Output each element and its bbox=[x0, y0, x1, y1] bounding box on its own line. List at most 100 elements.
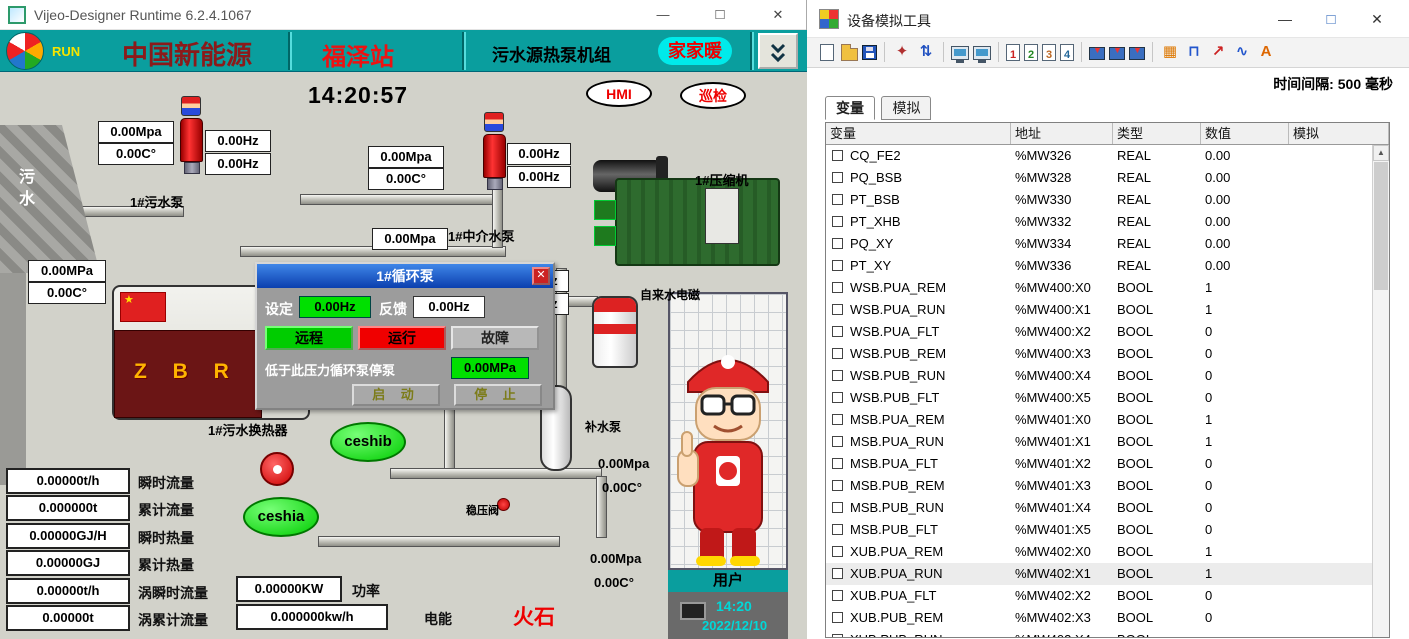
col-type[interactable]: 类型 bbox=[1113, 123, 1201, 144]
set-value-field[interactable]: 0.00Hz bbox=[299, 296, 371, 318]
row-checkbox[interactable] bbox=[832, 634, 843, 637]
test-button-a[interactable]: ceshia bbox=[243, 497, 319, 537]
hmi-button[interactable]: HMI bbox=[586, 80, 652, 107]
start-button[interactable]: 启 动 bbox=[352, 384, 440, 406]
table-row[interactable]: PT_XHB%MW332REAL0.00 bbox=[826, 211, 1372, 233]
table-row[interactable]: CQ_FE2%MW326REAL0.00 bbox=[826, 145, 1372, 167]
wizard-icon[interactable]: ✦ bbox=[892, 42, 912, 62]
tab-simulation[interactable]: 模拟 bbox=[881, 96, 931, 120]
scrollbar[interactable] bbox=[1372, 145, 1389, 637]
table-row[interactable]: WSB.PUB_RUN%MW400:X4BOOL0 bbox=[826, 365, 1372, 387]
text-icon[interactable]: A bbox=[1256, 42, 1276, 62]
row-checkbox[interactable] bbox=[832, 216, 843, 227]
table-row[interactable]: WSB.PUA_REM%MW400:X0BOOL1 bbox=[826, 277, 1372, 299]
row-checkbox[interactable] bbox=[832, 392, 843, 403]
table-row[interactable]: PT_BSB%MW330REAL0.00 bbox=[826, 189, 1372, 211]
close-icon[interactable] bbox=[532, 267, 550, 285]
minimize-icon[interactable] bbox=[1262, 0, 1308, 38]
page-3-icon[interactable]: 3 bbox=[1042, 44, 1056, 61]
table-row[interactable]: PT_XY%MW336REAL0.00 bbox=[826, 255, 1372, 277]
tab-variables[interactable]: 变量 bbox=[825, 96, 875, 120]
remote-button[interactable]: 远程 bbox=[265, 326, 353, 350]
step-wave-icon[interactable]: ⊓ bbox=[1184, 42, 1204, 62]
new-file-icon[interactable] bbox=[820, 44, 834, 61]
variable-value: 0.00 bbox=[1201, 145, 1289, 167]
variable-value: 0 bbox=[1201, 343, 1289, 365]
col-simulate[interactable]: 模拟 bbox=[1289, 123, 1389, 144]
row-checkbox[interactable] bbox=[832, 590, 843, 601]
row-checkbox[interactable] bbox=[832, 194, 843, 205]
page-4-icon[interactable]: 4 bbox=[1060, 44, 1074, 61]
row-checkbox[interactable] bbox=[832, 150, 843, 161]
table-row[interactable]: XUB.PUA_FLT%MW402:X2BOOL0 bbox=[826, 585, 1372, 607]
col-value[interactable]: 数值 bbox=[1201, 123, 1289, 144]
row-checkbox[interactable] bbox=[832, 414, 843, 425]
double-chevron-down-icon[interactable] bbox=[758, 33, 798, 69]
table-row[interactable]: WSB.PUB_REM%MW400:X3BOOL0 bbox=[826, 343, 1372, 365]
download-1-icon[interactable] bbox=[1089, 47, 1105, 60]
row-checkbox[interactable] bbox=[832, 568, 843, 579]
variable-value: 1 bbox=[1201, 563, 1289, 585]
run-button[interactable]: 运行 bbox=[358, 326, 446, 350]
monitor-copy-icon[interactable] bbox=[973, 46, 991, 60]
row-checkbox[interactable] bbox=[832, 172, 843, 183]
table-row[interactable]: MSB.PUA_REM%MW401:X0BOOL1 bbox=[826, 409, 1372, 431]
close-icon[interactable] bbox=[755, 0, 801, 30]
col-address[interactable]: 地址 bbox=[1011, 123, 1113, 144]
trend-icon[interactable]: ↗ bbox=[1208, 42, 1228, 62]
right-window-titlebar[interactable]: 设备模拟工具 bbox=[807, 0, 1409, 38]
table-row[interactable]: XUB.PUB_RUN%MW402:X4BOOL bbox=[826, 629, 1372, 637]
table-row[interactable]: WSB.PUB_FLT%MW400:X5BOOL0 bbox=[826, 387, 1372, 409]
table-row[interactable]: MSB.PUB_REM%MW401:X3BOOL0 bbox=[826, 475, 1372, 497]
table-row[interactable]: MSB.PUA_RUN%MW401:X1BOOL1 bbox=[826, 431, 1372, 453]
low-pressure-value-field[interactable]: 0.00MPa bbox=[451, 357, 529, 379]
save-icon[interactable] bbox=[862, 45, 877, 60]
open-file-icon[interactable] bbox=[841, 48, 858, 61]
table-row[interactable]: MSB.PUB_RUN%MW401:X4BOOL0 bbox=[826, 497, 1372, 519]
row-checkbox[interactable] bbox=[832, 524, 843, 535]
row-checkbox[interactable] bbox=[832, 238, 843, 249]
patrol-button[interactable]: 巡检 bbox=[680, 82, 746, 109]
row-checkbox[interactable] bbox=[832, 546, 843, 557]
minimize-icon[interactable] bbox=[640, 0, 686, 30]
monitor-icon[interactable] bbox=[951, 46, 969, 60]
scroll-up-icon[interactable] bbox=[1373, 145, 1389, 161]
grid-icon[interactable]: ▦ bbox=[1160, 42, 1180, 62]
table-row[interactable]: XUB.PUA_RUN%MW402:X1BOOL1 bbox=[826, 563, 1372, 585]
page-1-icon[interactable]: 1 bbox=[1006, 44, 1020, 61]
table-row[interactable]: XUB.PUA_REM%MW402:X0BOOL1 bbox=[826, 541, 1372, 563]
table-row[interactable]: MSB.PUB_FLT%MW401:X5BOOL0 bbox=[826, 519, 1372, 541]
stop-button[interactable]: 停 止 bbox=[454, 384, 542, 406]
connect-icon[interactable]: ⇅ bbox=[916, 42, 936, 62]
page-2-icon[interactable]: 2 bbox=[1024, 44, 1038, 61]
row-checkbox[interactable] bbox=[832, 370, 843, 381]
row-checkbox[interactable] bbox=[832, 282, 843, 293]
row-checkbox[interactable] bbox=[832, 260, 843, 271]
table-row[interactable]: MSB.PUA_FLT%MW401:X2BOOL0 bbox=[826, 453, 1372, 475]
table-row[interactable]: PQ_XY%MW334REAL0.00 bbox=[826, 233, 1372, 255]
row-checkbox[interactable] bbox=[832, 502, 843, 513]
table-row[interactable]: WSB.PUA_RUN%MW400:X1BOOL1 bbox=[826, 299, 1372, 321]
maximize-icon[interactable] bbox=[697, 0, 743, 30]
row-checkbox[interactable] bbox=[832, 436, 843, 447]
table-row[interactable]: XUB.PUB_REM%MW402:X3BOOL0 bbox=[826, 607, 1372, 629]
row-checkbox[interactable] bbox=[832, 480, 843, 491]
row-checkbox[interactable] bbox=[832, 612, 843, 623]
test-button-b[interactable]: ceshib bbox=[330, 422, 406, 462]
row-checkbox[interactable] bbox=[832, 458, 843, 469]
left-window-titlebar[interactable]: Vijeo-Designer Runtime 6.2.4.1067 bbox=[0, 0, 806, 30]
table-row[interactable]: WSB.PUA_FLT%MW400:X2BOOL0 bbox=[826, 321, 1372, 343]
row-checkbox[interactable] bbox=[832, 348, 843, 359]
table-row[interactable]: PQ_BSB%MW328REAL0.00 bbox=[826, 167, 1372, 189]
dialog-titlebar[interactable]: 1#循环泵 bbox=[257, 264, 553, 288]
fault-button[interactable]: 故障 bbox=[451, 326, 539, 350]
sine-wave-icon[interactable]: ∿ bbox=[1232, 42, 1252, 62]
scroll-thumb[interactable] bbox=[1374, 162, 1388, 290]
close-icon[interactable] bbox=[1354, 0, 1400, 38]
col-variable[interactable]: 变量 bbox=[826, 123, 1011, 144]
row-checkbox[interactable] bbox=[832, 304, 843, 315]
download-2-icon[interactable] bbox=[1109, 47, 1125, 60]
download-3-icon[interactable] bbox=[1129, 47, 1145, 60]
row-checkbox[interactable] bbox=[832, 326, 843, 337]
maximize-icon[interactable] bbox=[1308, 0, 1354, 38]
